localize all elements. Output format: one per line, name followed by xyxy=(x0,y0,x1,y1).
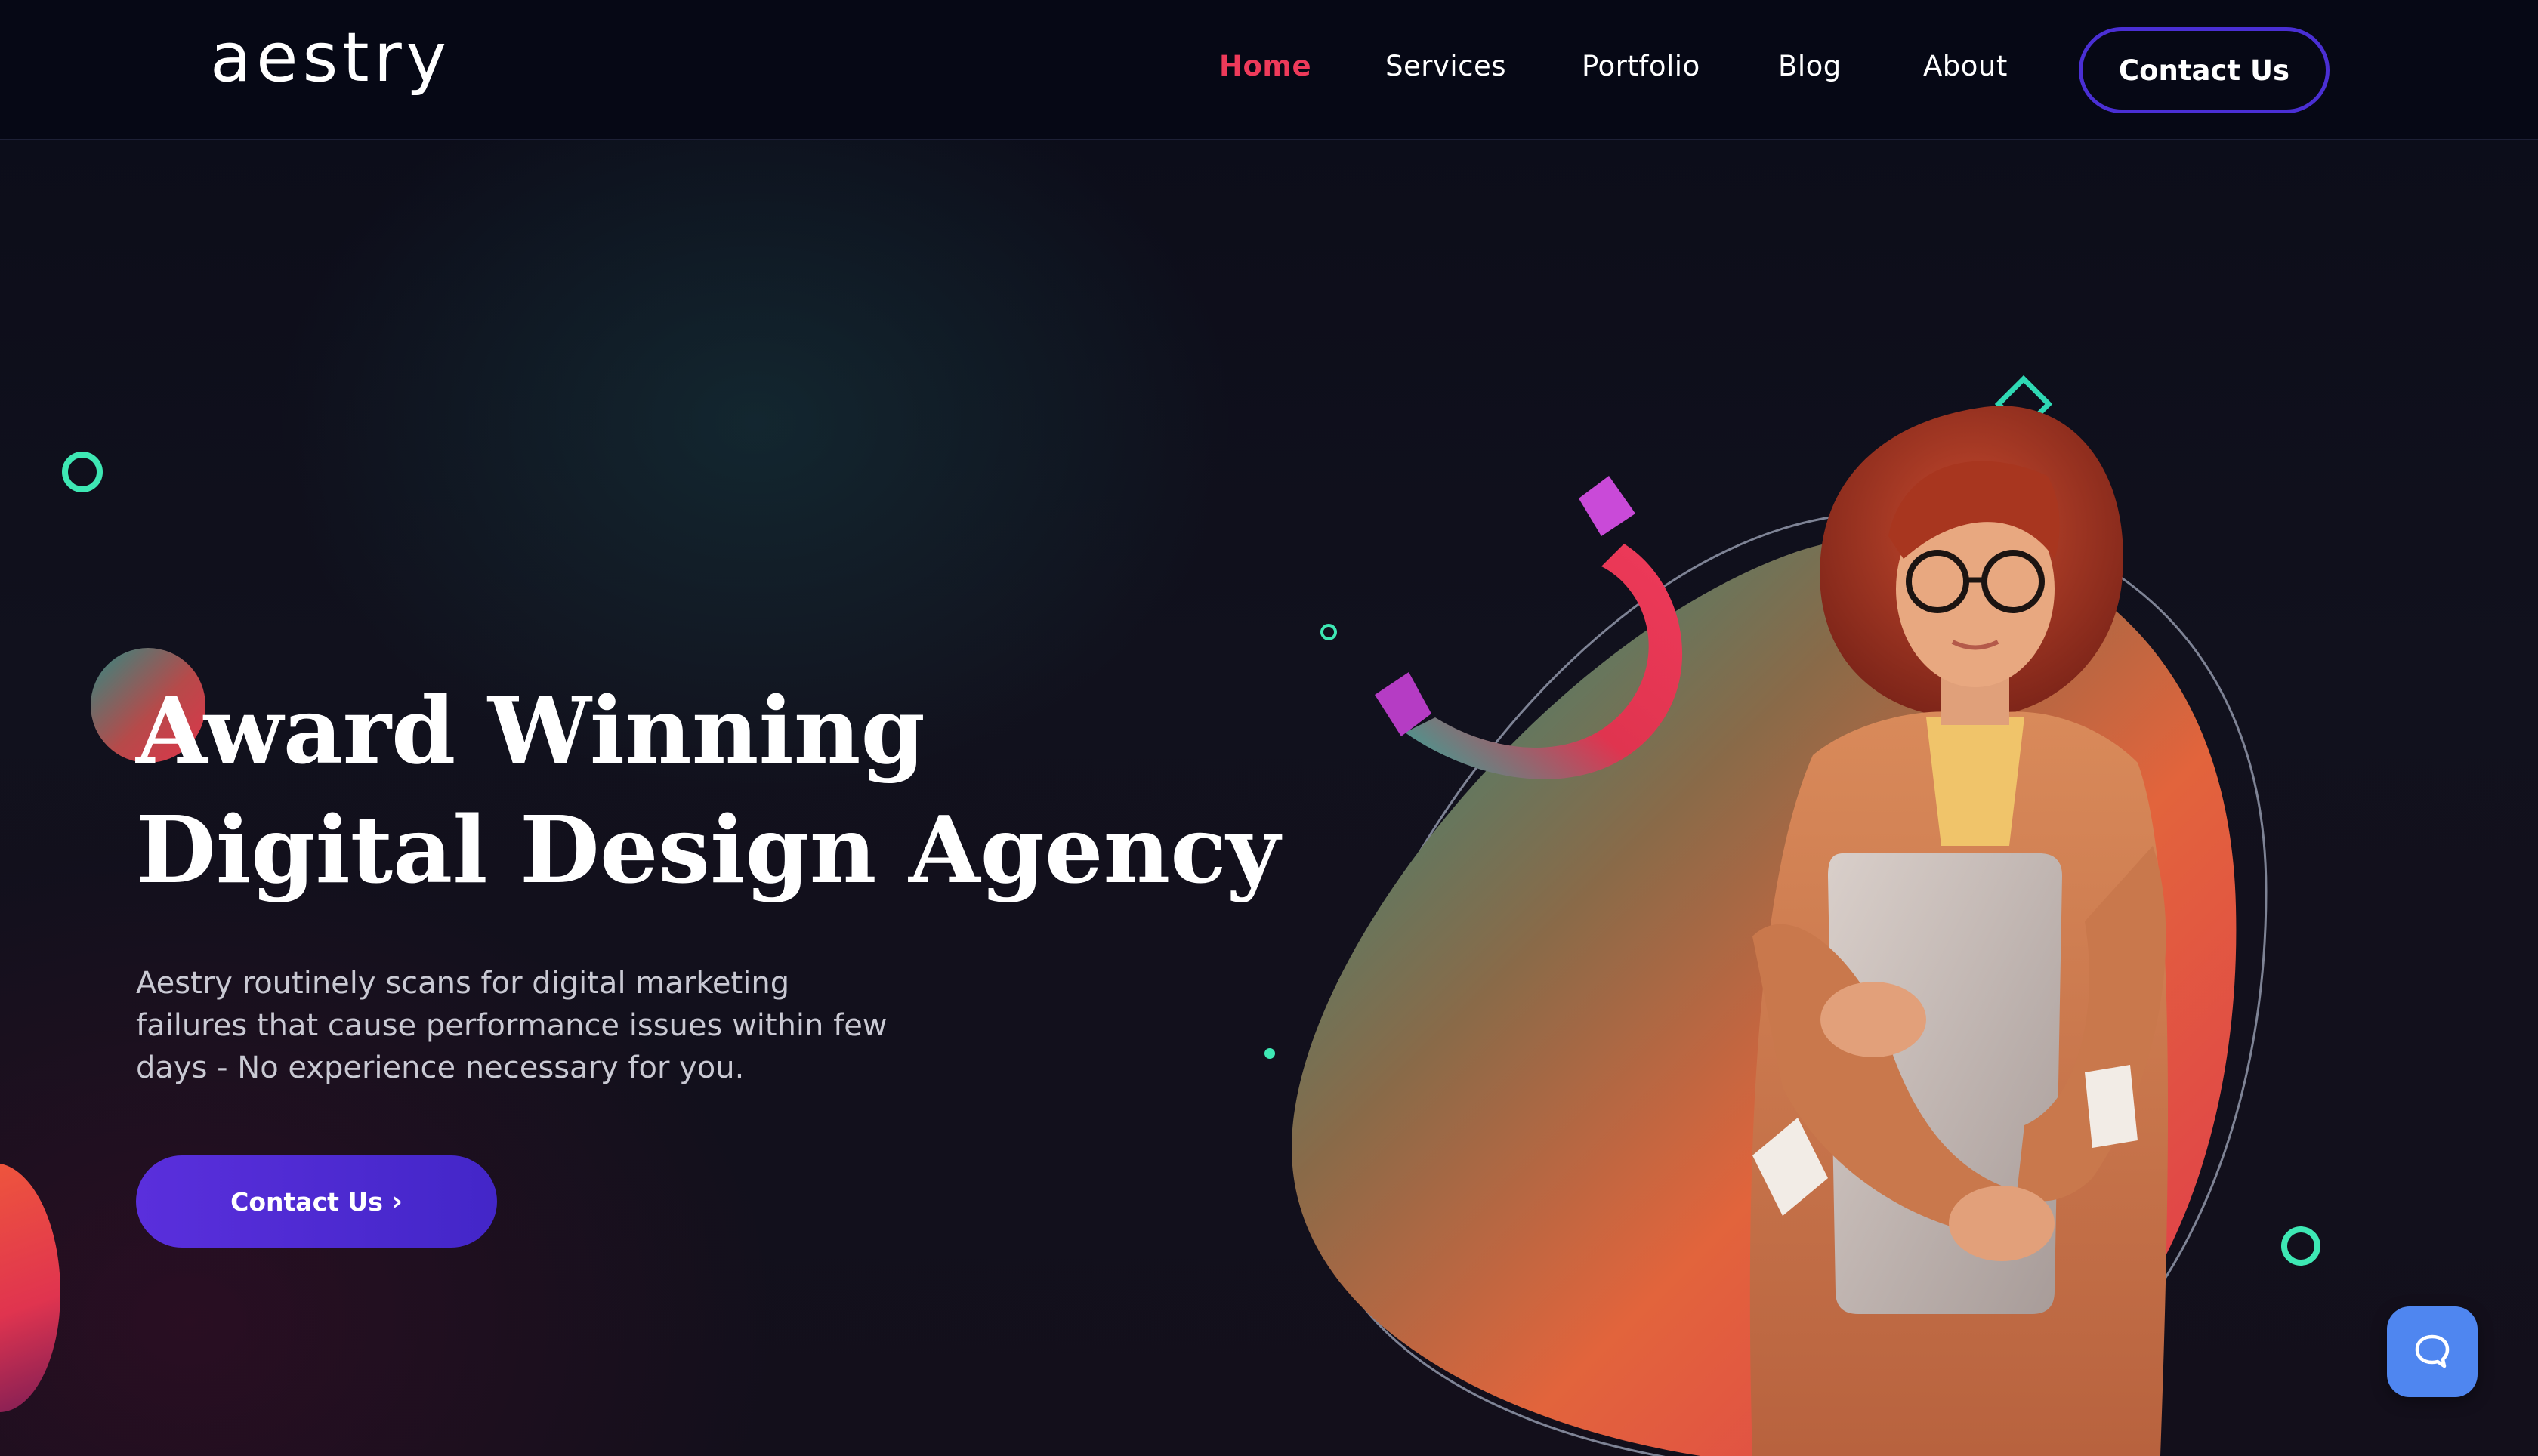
hero-description: Aestry routinely scans for digital marke… xyxy=(136,966,888,1085)
teal-ring-decoration xyxy=(62,452,103,492)
nav-home[interactable]: Home xyxy=(1219,50,1311,82)
chat-widget-button[interactable] xyxy=(2387,1306,2478,1397)
page: aestry Home Services Portfolio Blog Abou… xyxy=(0,0,2538,1456)
nav-about[interactable]: About xyxy=(1923,50,2008,82)
chevron-right-icon: › xyxy=(391,1186,403,1217)
right-cuff xyxy=(2085,1065,2138,1148)
chat-bubble-icon xyxy=(2415,1334,2450,1368)
left-hand xyxy=(1820,982,1926,1057)
hero-contact-label: Contact Us xyxy=(230,1186,383,1217)
nav-portfolio[interactable]: Portfolio xyxy=(1582,50,1700,82)
nav-services[interactable]: Services xyxy=(1385,50,1506,82)
blouse xyxy=(1926,717,2024,846)
left-gradient-blob xyxy=(0,1163,60,1412)
hero-title: Award Winning Digital Design Agency xyxy=(136,671,1280,909)
brand-logo[interactable]: aestry xyxy=(210,18,451,97)
hero-contact-button[interactable]: Contact Us › xyxy=(136,1155,497,1248)
right-hand xyxy=(1949,1186,2055,1261)
arc-end-top xyxy=(1579,476,1635,536)
header-contact-button[interactable]: Contact Us xyxy=(2079,27,2330,113)
hero-illustration xyxy=(1292,406,2268,1456)
hero-title-line2: Digital Design Agency xyxy=(136,795,1280,904)
nav-blog[interactable]: Blog xyxy=(1778,50,1842,82)
hero-title-line1: Award Winning xyxy=(136,676,925,785)
site-header: aestry Home Services Portfolio Blog Abou… xyxy=(0,0,2538,140)
